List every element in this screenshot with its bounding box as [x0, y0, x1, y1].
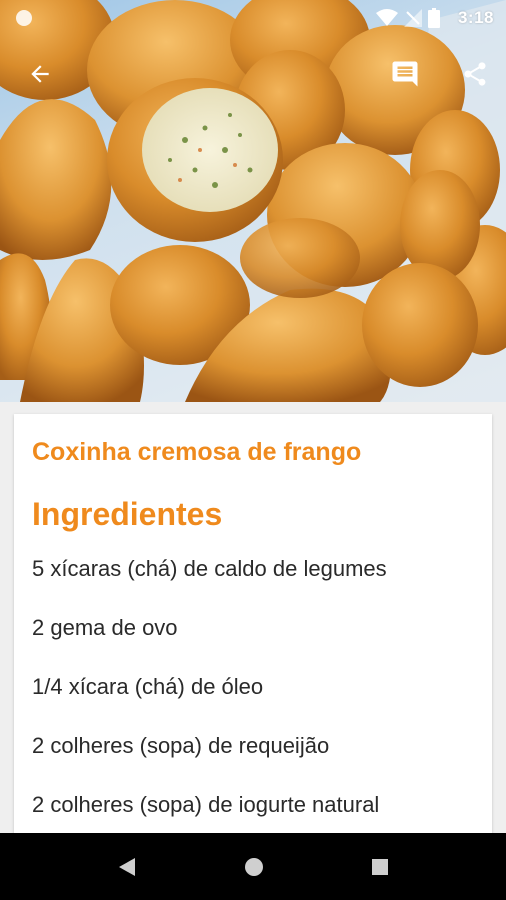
- nav-home-button[interactable]: [240, 853, 268, 881]
- recipe-card: Coxinha cremosa de frango Ingredientes 5…: [14, 414, 492, 844]
- ingredient-list: 5 xícaras (chá) de caldo de legumes 2 ge…: [32, 554, 482, 849]
- ingredient-item: 2 gema de ovo: [32, 615, 178, 640]
- notification-dot-icon: [16, 10, 32, 26]
- toolbar: [0, 44, 506, 104]
- share-icon: [464, 62, 486, 86]
- nav-recents-icon: [372, 859, 388, 875]
- nav-recents-button[interactable]: [366, 853, 394, 881]
- status-time: 3:18: [457, 8, 494, 27]
- comment-icon: [392, 61, 418, 87]
- nav-back-button[interactable]: [113, 853, 141, 881]
- nav-home-icon: [245, 858, 263, 876]
- comments-button[interactable]: [383, 52, 427, 96]
- status-bar: 3:18: [0, 0, 506, 36]
- share-button[interactable]: [453, 52, 497, 96]
- status-icons: [376, 8, 440, 28]
- battery-icon: [428, 8, 440, 28]
- nav-back-icon: [119, 858, 135, 876]
- ingredient-item: 1/4 xícara (chá) de óleo: [32, 674, 264, 699]
- arrow-back-icon: [31, 65, 49, 83]
- wifi-icon: [376, 9, 398, 26]
- back-button[interactable]: [18, 52, 62, 96]
- ingredient-item: 2 colheres (sopa) de requeijão: [32, 733, 330, 758]
- recipe-screen: 3:18 Coxinha cremosa de frango Ingredien…: [0, 0, 506, 900]
- ingredient-item: 5 xícaras (chá) de caldo de legumes: [32, 556, 387, 581]
- signal-icon: [404, 9, 422, 27]
- recipe-title: Coxinha cremosa de frango: [32, 438, 362, 466]
- ingredients-heading: Ingredientes: [32, 496, 223, 532]
- system-navigation-bar: [0, 833, 506, 900]
